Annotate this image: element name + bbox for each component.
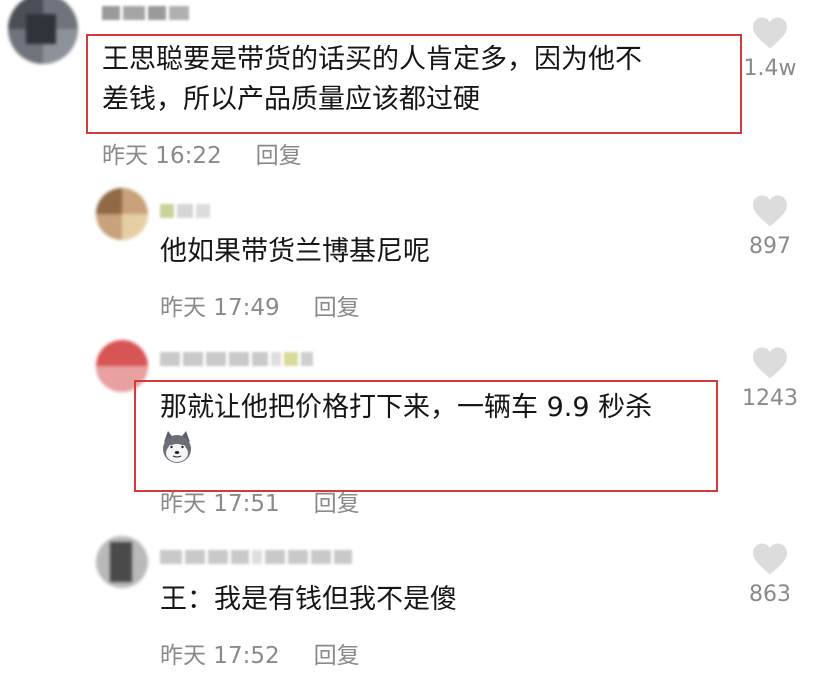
avatar[interactable] — [96, 536, 148, 588]
comment-text-line: 他如果带货兰博基尼呢 — [160, 236, 430, 267]
reply-button[interactable]: 回复 — [314, 643, 360, 669]
heart-icon — [753, 195, 787, 227]
avatar[interactable] — [8, 0, 78, 64]
avatar[interactable] — [96, 188, 148, 240]
highlight-box — [134, 380, 718, 492]
comment-3: 那就让他把价格打下来，一辆车 9.9 秒杀 昨天 17:51 回复 1243 — [0, 336, 829, 518]
comment-1: 王思聪要是带货的话买的人肯定多，因为他不 差钱，所以产品质量应该都过硬 昨天 1… — [0, 0, 829, 175]
username-blurred[interactable] — [160, 548, 352, 566]
like-button[interactable]: 863 — [740, 542, 800, 607]
timestamp: 昨天 17:51 — [160, 491, 280, 517]
comment-meta: 昨天 17:51 回复 — [160, 484, 360, 518]
heart-icon — [753, 347, 787, 379]
comment-text-line: 王：我是有钱但我不是傻 — [160, 584, 457, 615]
comment-text: 他如果带货兰博基尼呢 — [160, 232, 430, 272]
timestamp: 昨天 16:22 — [102, 143, 222, 169]
reply-button[interactable]: 回复 — [256, 143, 302, 169]
like-count: 897 — [749, 234, 791, 259]
username-blurred[interactable] — [102, 4, 189, 22]
timestamp: 昨天 17:52 — [160, 643, 280, 669]
reply-button[interactable]: 回复 — [314, 491, 360, 517]
username-blurred[interactable] — [160, 202, 210, 220]
username-blurred[interactable] — [160, 350, 313, 368]
heart-icon — [753, 17, 787, 49]
like-button[interactable]: 1.4w — [740, 16, 800, 81]
highlight-box — [86, 34, 742, 134]
comment-text: 王：我是有钱但我不是傻 — [160, 580, 457, 620]
like-count: 863 — [749, 582, 791, 607]
timestamp: 昨天 17:49 — [160, 295, 280, 321]
heart-icon — [753, 543, 787, 575]
comment-meta: 昨天 17:49 回复 — [160, 288, 360, 322]
like-button[interactable]: 1243 — [740, 346, 800, 411]
comment-meta: 昨天 17:52 回复 — [160, 636, 360, 670]
reply-button[interactable]: 回复 — [314, 295, 360, 321]
comment-2: 他如果带货兰博基尼呢 昨天 17:49 回复 897 — [0, 180, 829, 330]
like-button[interactable]: 897 — [740, 194, 800, 259]
like-count: 1.4w — [743, 56, 797, 81]
comment-meta: 昨天 16:22 回复 — [102, 136, 302, 170]
comment-4: 王：我是有钱但我不是傻 昨天 17:52 回复 863 — [0, 528, 829, 676]
like-count: 1243 — [742, 386, 798, 411]
